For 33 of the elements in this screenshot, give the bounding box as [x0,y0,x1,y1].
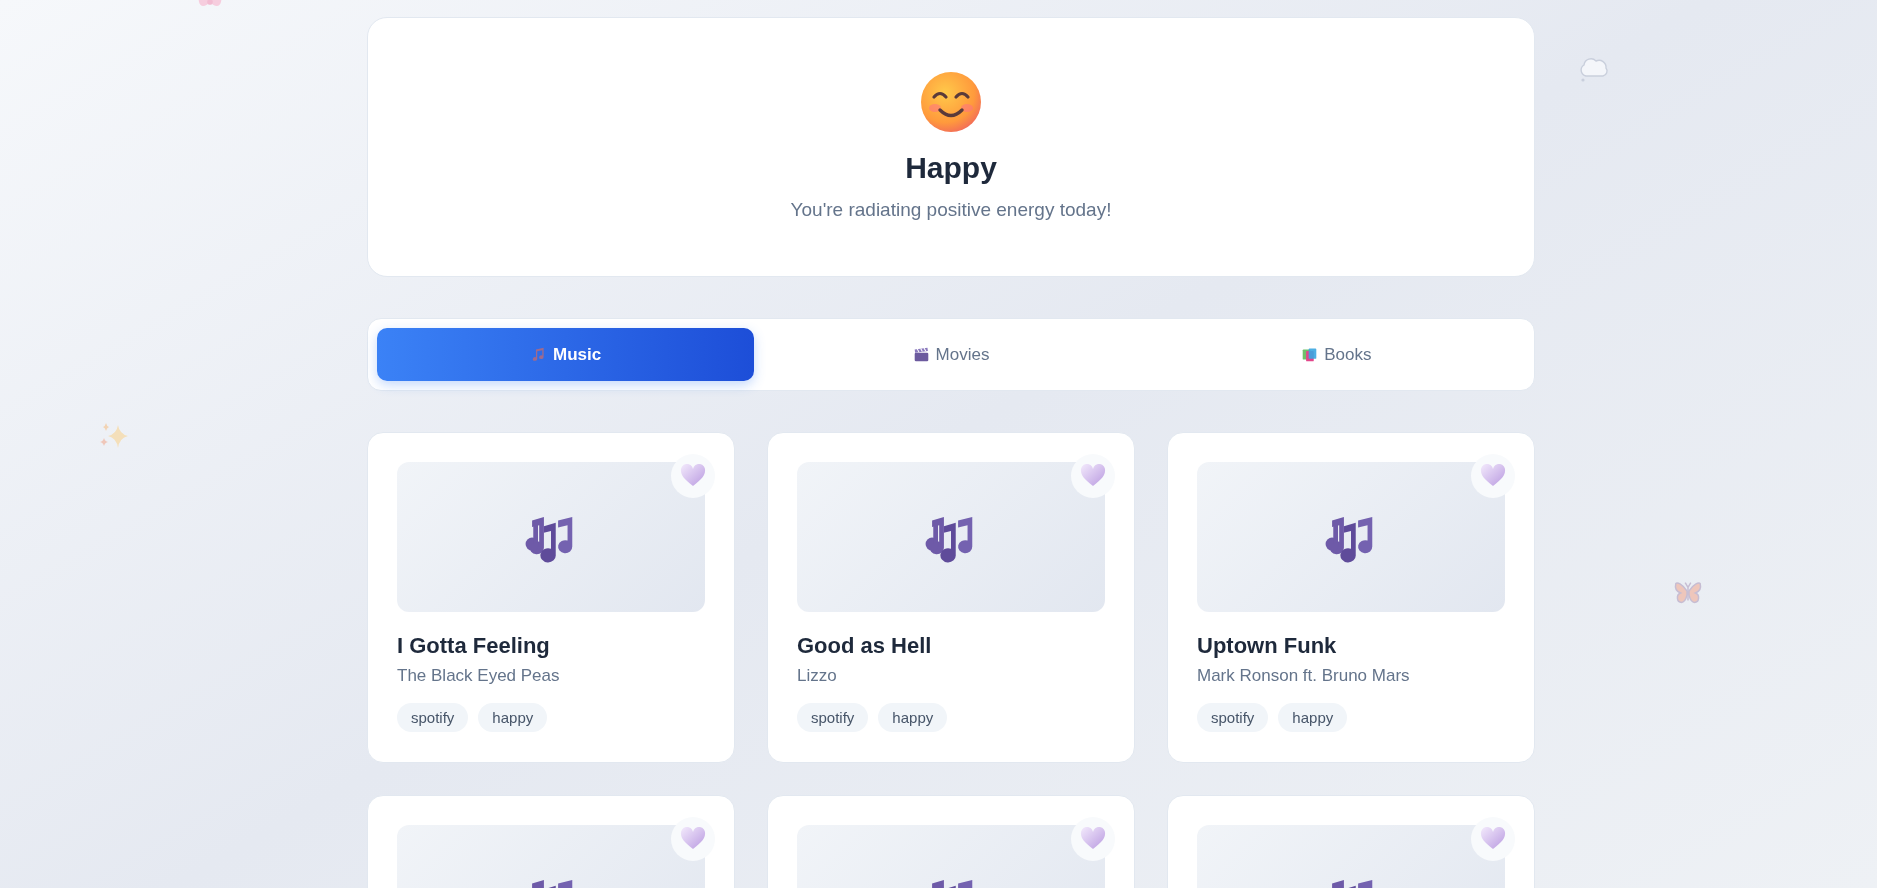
tag-label: happy [478,703,548,732]
favorite-button[interactable] [671,454,715,498]
cloud-icon [1578,56,1610,82]
favorite-button[interactable] [1071,817,1115,861]
favorite-button[interactable] [1471,454,1515,498]
books-icon [1301,346,1319,363]
song-title: Uptown Funk [1197,632,1338,660]
artist-name: Lizzo [797,665,838,687]
favorite-button[interactable] [1071,454,1115,498]
favorite-button[interactable] [671,817,715,861]
artist-name: Mark Ronson ft. Bruno Mars [1197,665,1411,687]
heart-icon [1480,827,1506,851]
tag-label: spotify [397,703,469,732]
favorite-button[interactable] [1471,817,1515,861]
artist-name: The Black Eyed Peas [397,665,561,687]
song-title: I Gotta Feeling [397,632,551,660]
mood-message: You're radiating positive energy today! [790,198,1112,222]
clapperboard-icon [912,346,930,363]
tag-label: spotify [1197,703,1269,732]
tag-label: happy [878,703,948,732]
heart-icon [1080,827,1106,851]
heart-icon [1080,464,1106,488]
category-tab[interactable]: Music [377,328,755,381]
heart-icon [680,827,706,851]
category-tab[interactable]: Books [1147,328,1525,381]
tag-label: happy [1278,703,1348,732]
heart-icon [1480,464,1506,488]
smiling-face-icon [919,70,983,134]
category-tab[interactable]: Movies [762,328,1140,381]
tag-label: spotify [797,703,869,732]
song-title: Good as Hell [797,632,933,660]
mood-title: Happy [905,150,997,186]
heart-icon [680,464,706,488]
